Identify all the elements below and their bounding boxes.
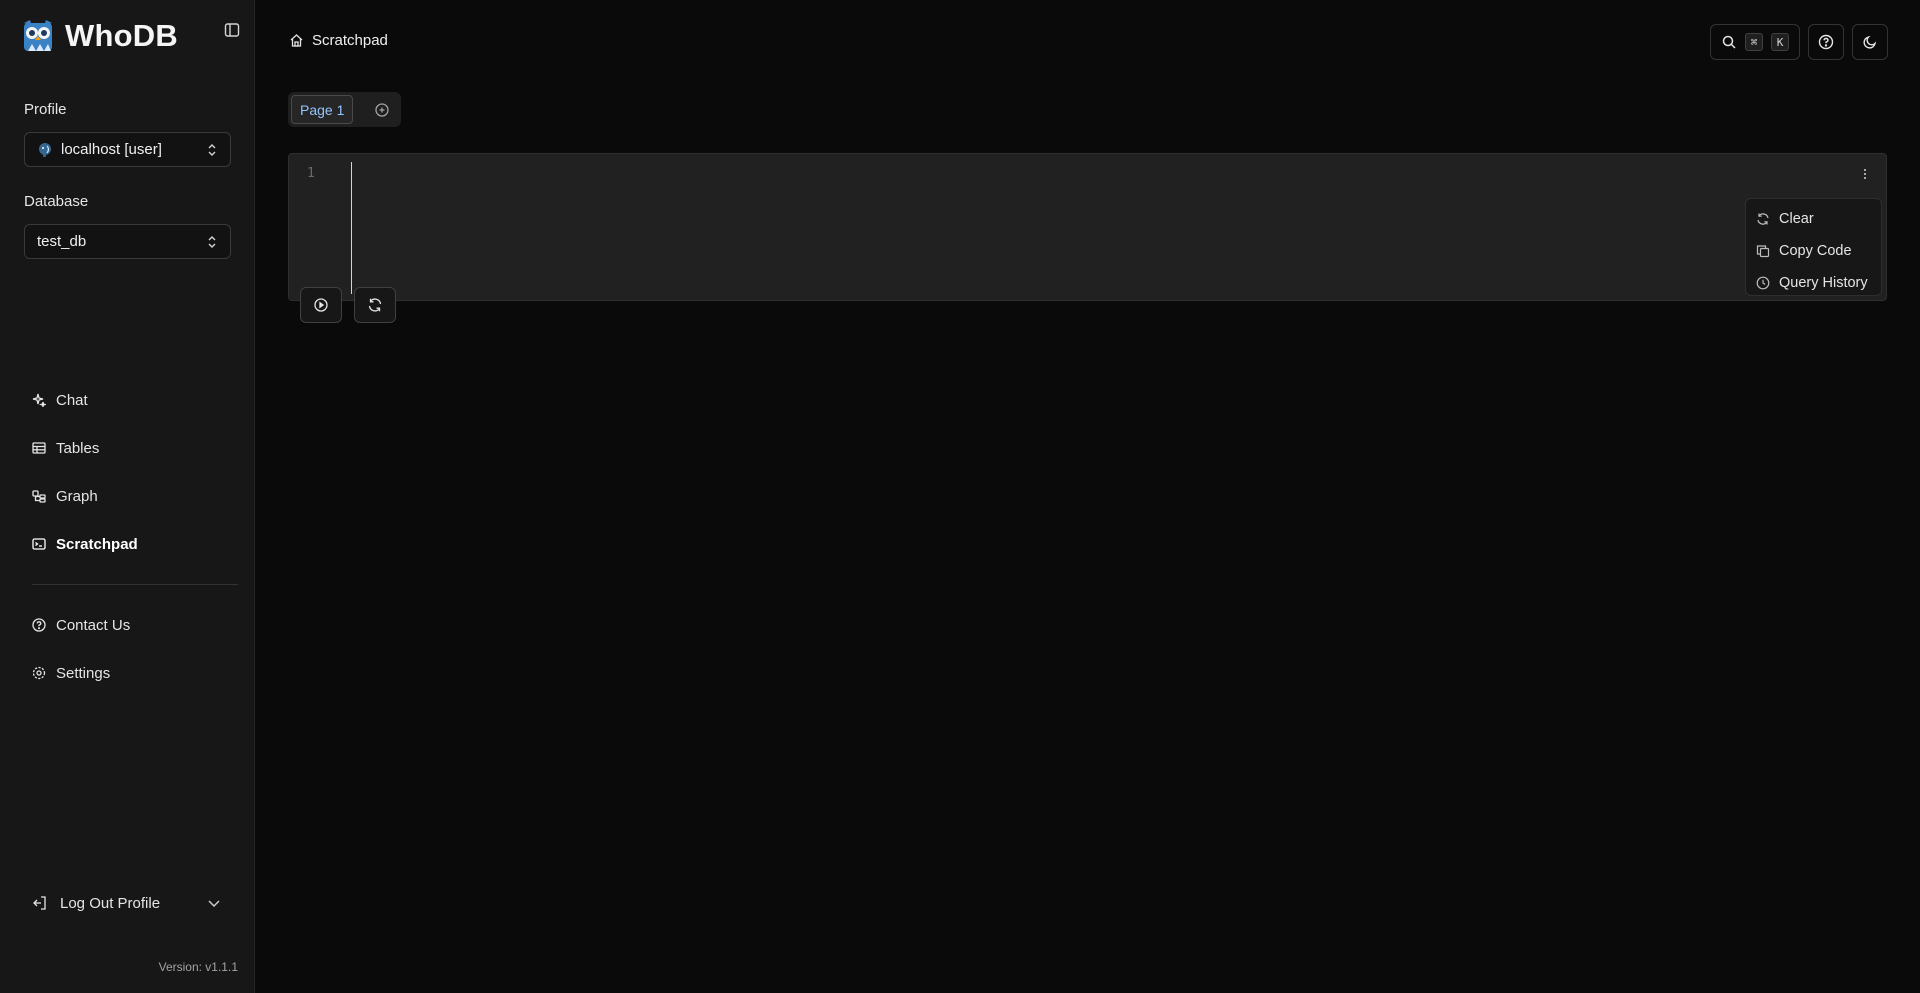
sidebar-item-label: Scratchpad [56,535,138,553]
sidebar: WhoDB Profile localhost [user] Database … [0,0,255,993]
terminal-icon [32,537,46,551]
breadcrumb-current[interactable]: Scratchpad [312,32,388,49]
owl-logo-icon [23,20,53,52]
shortcut-key-k: K [1771,33,1789,51]
graph-icon [32,489,46,503]
more-vertical-icon [1864,169,1866,179]
chevron-up-down-icon [208,236,216,248]
app-root: WhoDB Profile localhost [user] Database … [0,0,1920,993]
main-content: Scratchpad ⌘ K Page 1 1 Clear Copy Code … [255,0,1920,993]
gear-icon [32,666,46,680]
sidebar-item-tables[interactable]: Tables [32,438,99,458]
refresh-icon [368,298,382,312]
help-circle-icon [32,618,46,632]
sidebar-item-label: Graph [56,487,98,505]
database-select[interactable]: test_db [24,224,231,259]
version-label: Version: v1.1.1 [158,960,238,974]
theme-toggle-button[interactable] [1852,24,1888,60]
tab-page-1[interactable]: Page 1 [291,95,354,124]
database-select-value: test_db [37,233,87,250]
brand: WhoDB [23,18,178,54]
menu-item-label: Query History [1779,275,1868,291]
brand-name: WhoDB [65,18,178,53]
text-cursor [351,162,352,294]
refresh-icon [1756,212,1770,226]
profile-select-value: localhost [user] [61,141,162,158]
menu-item-label: Copy Code [1779,243,1852,259]
editor-options-button[interactable] [1858,166,1872,182]
page-tabs: Page 1 [288,92,401,127]
sidebar-item-label: Tables [56,439,100,457]
profile-label: Profile [24,101,67,118]
sidebar-item-chat[interactable]: Chat [32,390,88,410]
database-label: Database [24,193,89,210]
clock-icon [1756,276,1770,290]
sidebar-toggle-button[interactable] [222,20,242,40]
command-search-button[interactable]: ⌘ K [1710,24,1800,60]
sidebar-item-scratchpad[interactable]: Scratchpad [32,534,138,554]
plus-circle-icon [375,102,390,117]
editor-options-menu: Clear Copy Code Query History [1745,198,1882,296]
sidebar-item-contact-us[interactable]: Contact Us [32,615,130,635]
panel-left-icon [224,23,240,37]
line-number: 1 [307,166,315,181]
log-out-icon [32,895,48,911]
logout-label: Log Out Profile [60,894,161,912]
run-query-button[interactable] [300,287,342,323]
help-circle-icon [1818,34,1834,50]
shortcut-key-cmd: ⌘ [1745,33,1763,51]
menu-item-query-history[interactable]: Query History [1746,267,1881,299]
code-editor[interactable]: 1 Clear Copy Code Query History [288,153,1887,301]
postgres-elephant-icon [37,142,53,158]
sidebar-item-graph[interactable]: Graph [32,486,98,506]
reset-editor-button[interactable] [354,287,396,323]
play-circle-icon [314,298,328,312]
moon-icon [1863,35,1877,49]
menu-item-copy-code[interactable]: Copy Code [1746,235,1881,267]
sidebar-item-label: Chat [56,391,88,409]
add-page-button[interactable] [374,102,390,118]
help-button[interactable] [1808,24,1844,60]
breadcrumb: Scratchpad [289,32,388,49]
sidebar-item-label: Contact Us [56,616,131,634]
logout-profile-button[interactable]: Log Out Profile [32,892,222,914]
home-icon[interactable] [289,33,304,48]
search-icon [1722,35,1736,49]
sidebar-divider [32,584,238,585]
menu-item-label: Clear [1779,211,1814,227]
top-actions: ⌘ K [1710,24,1888,60]
profile-select[interactable]: localhost [user] [24,132,231,167]
sidebar-item-settings[interactable]: Settings [32,663,110,683]
chevron-up-down-icon [208,144,216,156]
sparkle-icon [32,393,46,407]
sidebar-item-label: Settings [56,664,111,682]
menu-item-clear[interactable]: Clear [1746,203,1881,235]
copy-icon [1756,244,1770,258]
table-icon [32,441,46,455]
chevron-down-icon [208,900,220,907]
